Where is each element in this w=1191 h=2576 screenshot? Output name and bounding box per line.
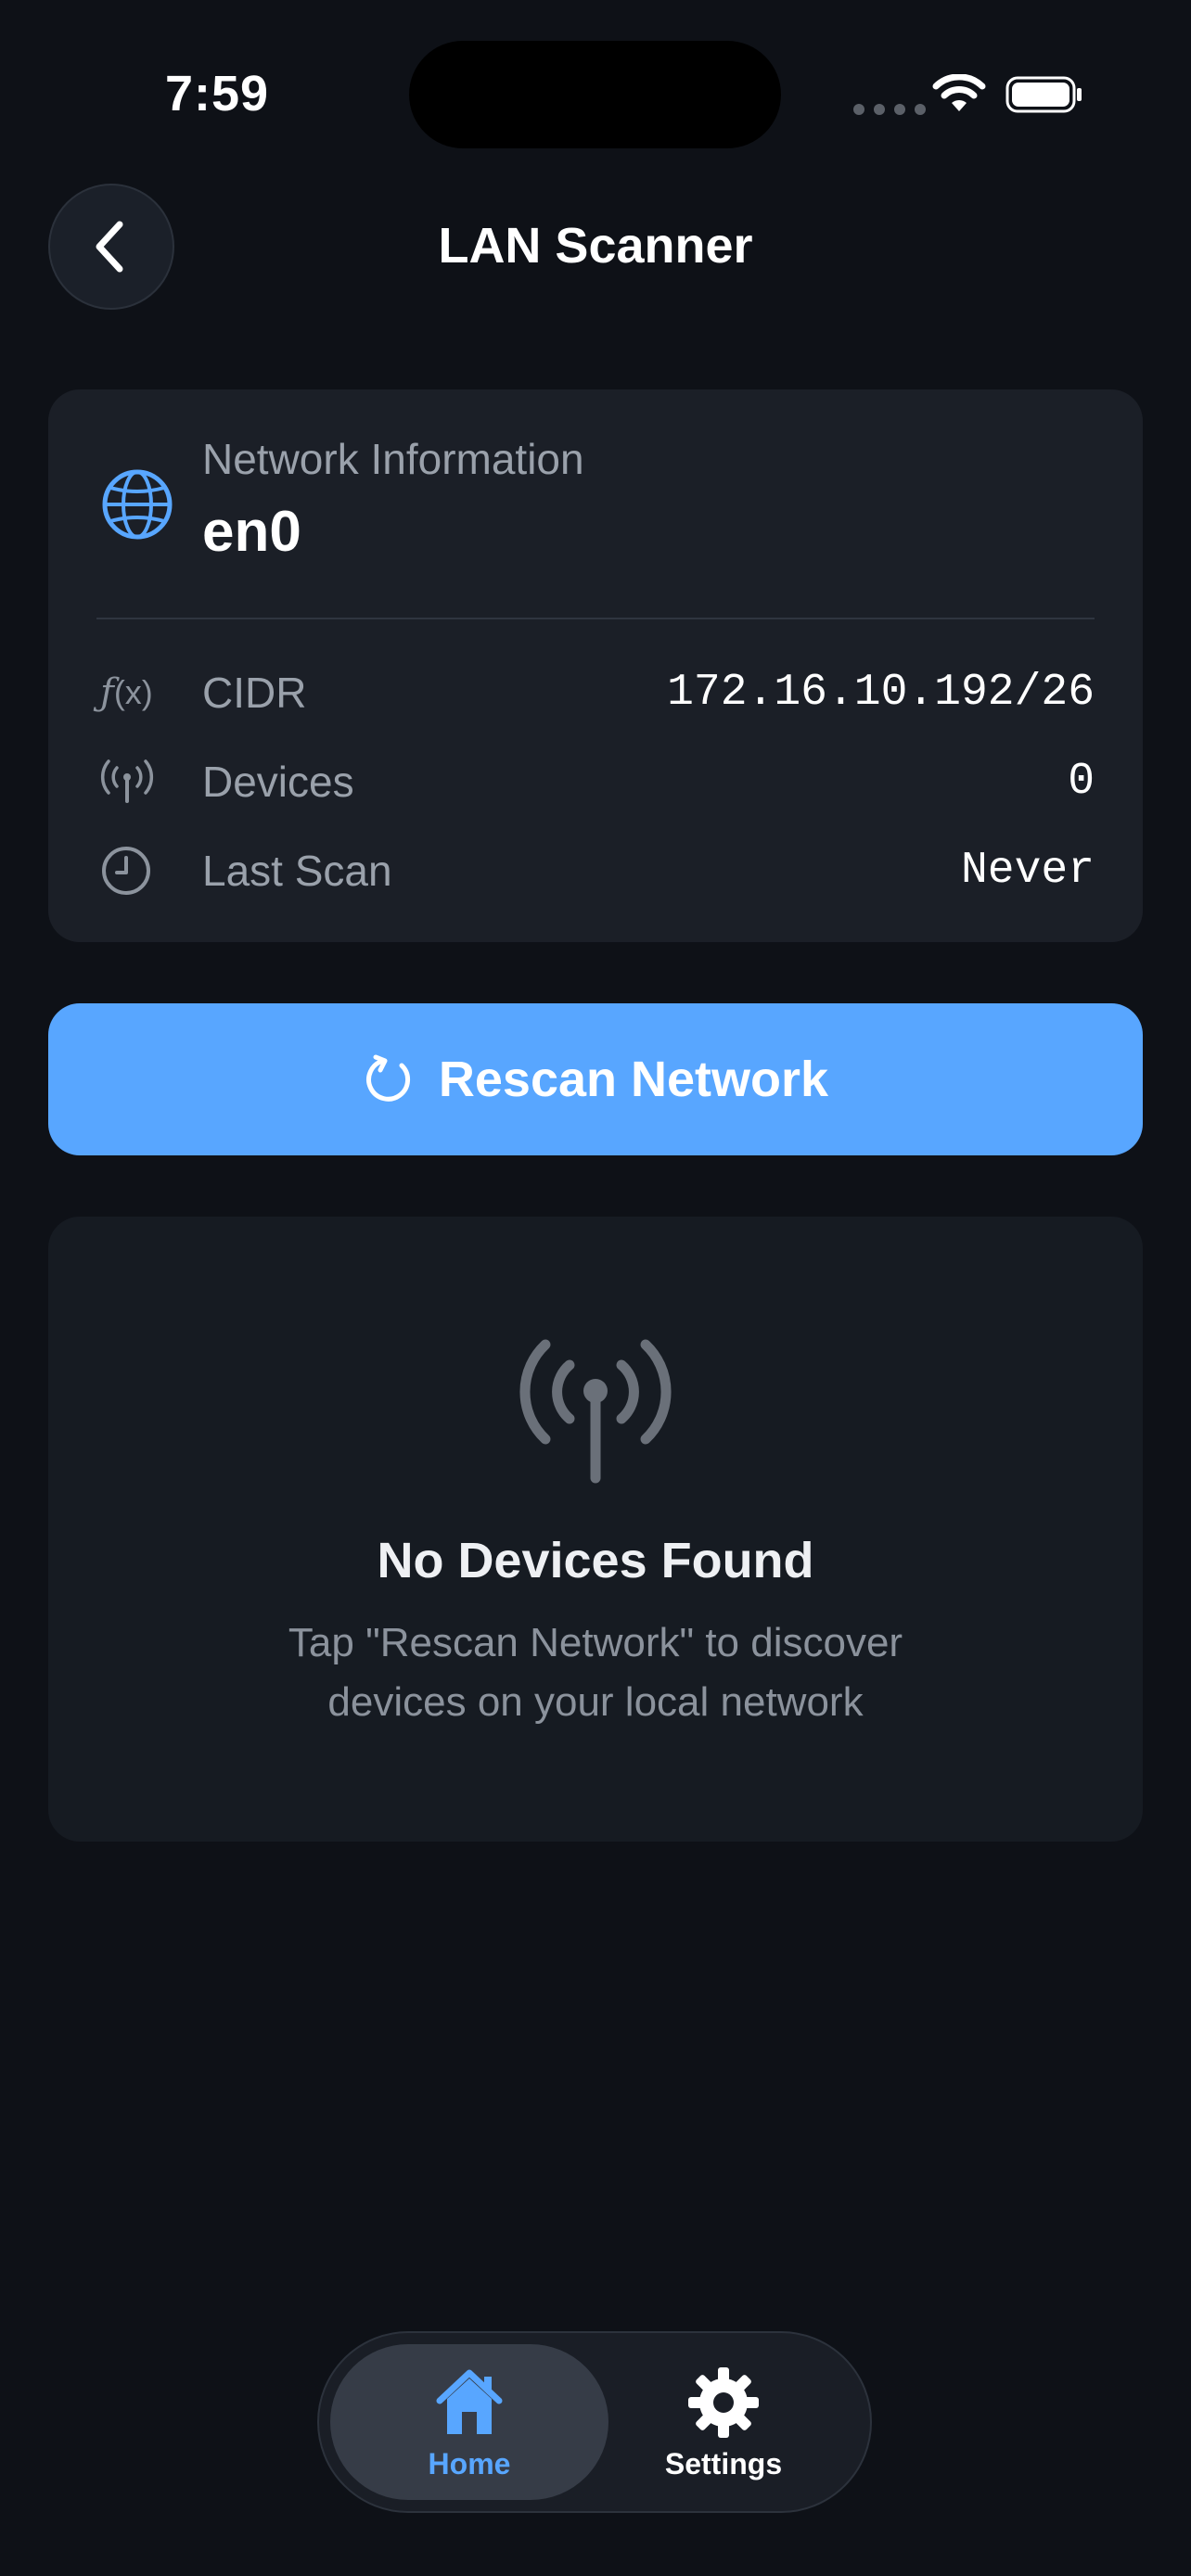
- tab-settings-label: Settings: [664, 2446, 783, 2480]
- rescan-label: Rescan Network: [438, 1052, 829, 1107]
- last-scan-value: Never: [960, 846, 1095, 896]
- devices-value: 0: [1068, 757, 1095, 807]
- tab-settings[interactable]: Settings: [584, 2344, 863, 2500]
- gear-icon: [688, 2366, 759, 2438]
- battery-icon: [1005, 76, 1082, 113]
- house-icon: [436, 2369, 503, 2434]
- refresh-icon: [365, 1054, 410, 1102]
- status-time: 7:59: [165, 66, 270, 121]
- interface-name: en0: [202, 500, 301, 564]
- network-info-card: Network Information en0 ƒ (x) CIDR 172.16…: [48, 389, 1143, 942]
- empty-state-title: No Devices Found: [377, 1533, 814, 1588]
- tab-bar: Home Settings: [317, 2331, 872, 2513]
- empty-state-description: Tap "Rescan Network" to discover devices…: [288, 1620, 903, 1725]
- cellular-signal-icon: [853, 104, 926, 115]
- cidr-value: 172.16.10.192/26: [667, 668, 1095, 718]
- dynamic-island: [409, 41, 781, 148]
- last-scan-label: Last Scan: [202, 847, 392, 895]
- globe-icon: [102, 469, 173, 540]
- page-title: LAN Scanner: [438, 218, 753, 274]
- function-icon: ƒ (x): [100, 671, 153, 714]
- divider: [96, 618, 1095, 619]
- cidr-label: CIDR: [202, 669, 307, 717]
- clock-icon: [100, 843, 160, 899]
- last-scan-row: Last Scan Never: [100, 838, 1095, 903]
- empty-state-card: No Devices Found Tap "Rescan Network" to…: [48, 1217, 1143, 1842]
- devices-label: Devices: [202, 758, 354, 806]
- tab-home[interactable]: Home: [330, 2344, 608, 2500]
- cidr-row: ƒ (x) CIDR 172.16.10.192/26: [100, 660, 1095, 725]
- rescan-network-button[interactable]: Rescan Network: [48, 1003, 1143, 1155]
- network-info-label: Network Information: [202, 435, 584, 483]
- tab-home-label: Home: [428, 2446, 511, 2480]
- devices-row: Devices 0: [100, 749, 1095, 814]
- antenna-icon: [519, 1339, 672, 1484]
- wifi-icon: [932, 74, 986, 111]
- antenna-icon: [100, 754, 160, 810]
